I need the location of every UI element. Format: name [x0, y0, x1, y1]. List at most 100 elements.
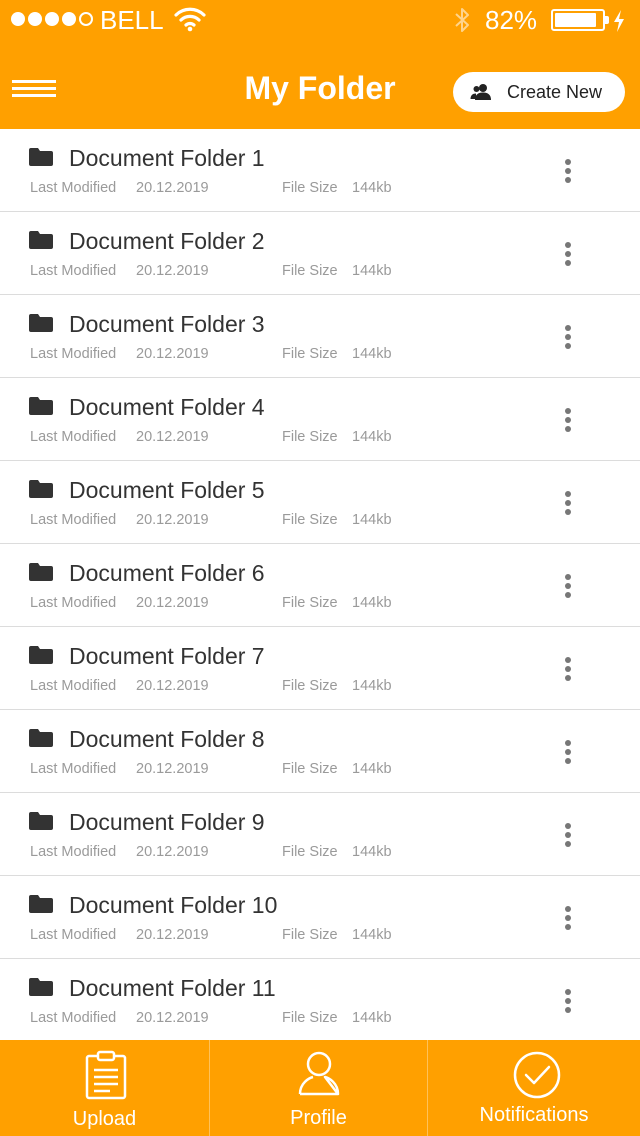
file-size-label: File Size: [282, 512, 338, 528]
file-size-label: File Size: [282, 595, 338, 611]
tab-bar: Upload Profile Notifications: [0, 1040, 640, 1136]
tab-notifications[interactable]: Notifications: [427, 1040, 640, 1136]
status-bar: BELL 82%: [0, 0, 640, 40]
folder-name: Document Folder 1: [69, 145, 265, 171]
file-size-value: 144kb: [352, 844, 392, 860]
tab-profile[interactable]: Profile: [209, 1040, 427, 1136]
more-options-icon[interactable]: [558, 989, 578, 1017]
last-modified-label: Last Modified: [30, 595, 117, 611]
create-new-label: Create New: [507, 82, 603, 102]
folder-row[interactable]: Document Folder 8 Last Modified 20.12.2019…: [0, 710, 640, 793]
last-modified-value: 20.12.2019: [136, 927, 209, 943]
last-modified-label: Last Modified: [30, 1010, 117, 1026]
file-size-label: File Size: [282, 678, 338, 694]
last-modified-label: Last Modified: [30, 678, 117, 694]
folder-icon: [29, 646, 53, 669]
last-modified-label: Last Modified: [30, 180, 117, 196]
folder-icon: [29, 314, 53, 337]
last-modified-label: Last Modified: [30, 263, 117, 279]
last-modified-label: Last Modified: [30, 927, 117, 943]
folder-name: Document Folder 4: [69, 394, 265, 420]
more-options-icon[interactable]: [558, 159, 578, 187]
more-options-icon[interactable]: [558, 823, 578, 851]
tab-upload-label: Upload: [72, 1108, 137, 1130]
folder-list[interactable]: Document Folder 1 Last Modified 20.12.2019…: [0, 129, 640, 1040]
folder-name: Document Folder 11: [69, 975, 276, 1001]
file-size-label: File Size: [282, 346, 338, 362]
folder-row[interactable]: Document Folder 3 Last Modified 20.12.2019…: [0, 295, 640, 378]
folder-row[interactable]: Document Folder 6 Last Modified 20.12.2019…: [0, 544, 640, 627]
last-modified-value: 20.12.2019: [136, 761, 209, 777]
folder-icon: [29, 397, 53, 420]
more-options-icon[interactable]: [558, 408, 578, 436]
user-icon: [297, 1050, 341, 1101]
battery-icon: [551, 9, 609, 31]
hamburger-menu-icon[interactable]: [12, 80, 56, 102]
last-modified-value: 20.12.2019: [136, 429, 209, 445]
last-modified-label: Last Modified: [30, 761, 117, 777]
folder-row[interactable]: Document Folder 10 Last Modified 20.12.201…: [0, 876, 640, 959]
folder-name: Document Folder 8: [69, 726, 265, 752]
folder-icon: [29, 563, 53, 586]
folder-row[interactable]: Document Folder 2 Last Modified 20.12.2019…: [0, 212, 640, 295]
more-options-icon[interactable]: [558, 740, 578, 768]
folder-icon: [29, 895, 53, 918]
folder-row[interactable]: Document Folder 7 Last Modified 20.12.2019…: [0, 627, 640, 710]
folder-row[interactable]: Document Folder 11 Last Modified 20.12.201…: [0, 959, 640, 1040]
file-size-value: 144kb: [352, 761, 392, 777]
more-options-icon[interactable]: [558, 242, 578, 270]
battery-percentage: 82%: [485, 5, 538, 35]
file-size-value: 144kb: [352, 595, 392, 611]
signal-strength-icon: [11, 12, 93, 26]
file-size-label: File Size: [282, 263, 338, 279]
last-modified-value: 20.12.2019: [136, 844, 209, 860]
file-size-label: File Size: [282, 761, 338, 777]
folder-icon: [29, 148, 53, 171]
create-new-button[interactable]: Create New: [453, 72, 625, 112]
folder-icon: [29, 480, 53, 503]
folder-icon: [29, 231, 53, 254]
folder-name: Document Folder 6: [69, 560, 265, 586]
users-icon: [470, 83, 492, 106]
check-circle-icon: [512, 1050, 562, 1105]
last-modified-label: Last Modified: [30, 346, 117, 362]
file-size-label: File Size: [282, 927, 338, 943]
file-size-label: File Size: [282, 180, 338, 196]
last-modified-value: 20.12.2019: [136, 678, 209, 694]
file-size-value: 144kb: [352, 927, 392, 943]
folder-row[interactable]: Document Folder 1 Last Modified 20.12.2019…: [0, 129, 640, 212]
tab-profile-label: Profile: [290, 1107, 347, 1129]
more-options-icon[interactable]: [558, 657, 578, 685]
folder-icon: [29, 729, 53, 752]
file-size-value: 144kb: [352, 429, 392, 445]
folder-name: Document Folder 5: [69, 477, 265, 503]
folder-name: Document Folder 9: [69, 809, 265, 835]
folder-row[interactable]: Document Folder 5 Last Modified 20.12.2019…: [0, 461, 640, 544]
last-modified-label: Last Modified: [30, 512, 117, 528]
file-size-value: 144kb: [352, 263, 392, 279]
folder-row[interactable]: Document Folder 4 Last Modified 20.12.2019…: [0, 378, 640, 461]
file-size-value: 144kb: [352, 512, 392, 528]
last-modified-value: 20.12.2019: [136, 346, 209, 362]
last-modified-label: Last Modified: [30, 844, 117, 860]
more-options-icon[interactable]: [558, 906, 578, 934]
folder-name: Document Folder 3: [69, 311, 265, 337]
file-size-label: File Size: [282, 429, 338, 445]
folder-name: Document Folder 7: [69, 643, 265, 669]
last-modified-label: Last Modified: [30, 429, 117, 445]
tab-upload[interactable]: Upload: [0, 1040, 209, 1136]
file-size-value: 144kb: [352, 346, 392, 362]
charging-icon: [612, 9, 626, 38]
file-size-label: File Size: [282, 1010, 338, 1026]
last-modified-value: 20.12.2019: [136, 595, 209, 611]
folder-name: Document Folder 2: [69, 228, 265, 254]
header-bar: BELL 82% My Folder Create New: [0, 0, 640, 129]
more-options-icon[interactable]: [558, 491, 578, 519]
tab-notifications-label: Notifications: [479, 1104, 589, 1126]
last-modified-value: 20.12.2019: [136, 1010, 209, 1026]
more-options-icon[interactable]: [558, 574, 578, 602]
folder-row[interactable]: Document Folder 9 Last Modified 20.12.2019…: [0, 793, 640, 876]
clipboard-icon: [84, 1050, 128, 1105]
more-options-icon[interactable]: [558, 325, 578, 353]
last-modified-value: 20.12.2019: [136, 263, 209, 279]
